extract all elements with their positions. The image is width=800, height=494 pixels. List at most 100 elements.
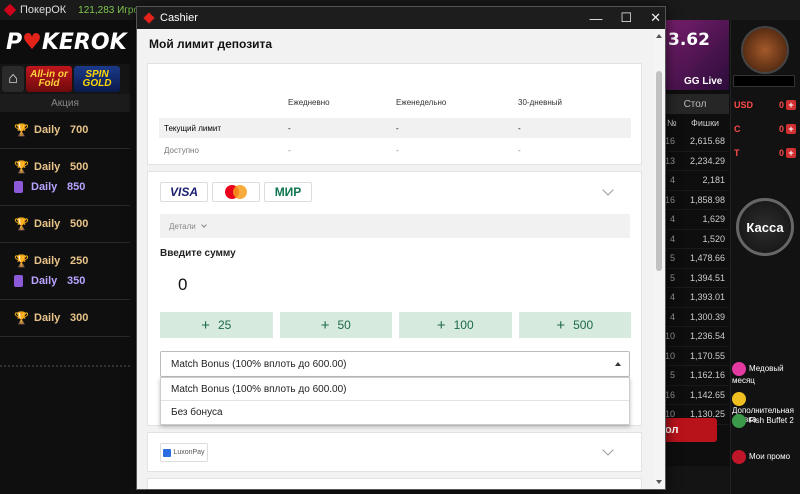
table-row[interactable]: 5 1,162.16 bbox=[661, 366, 729, 386]
balance-value: 0 bbox=[778, 100, 784, 110]
table-sub-header: № Фишки bbox=[661, 116, 729, 132]
avatar[interactable] bbox=[741, 26, 789, 74]
ticket-icon bbox=[14, 181, 23, 193]
bonus-option-match[interactable]: Match Bonus (100% вплоть до 600.00) bbox=[161, 378, 629, 401]
bonus-option-none[interactable]: Без бонуса bbox=[161, 401, 629, 424]
scrollbar[interactable] bbox=[653, 29, 665, 489]
luxonpay-logo: LuxonPay bbox=[160, 443, 208, 462]
enter-amount-label: Введите сумму bbox=[160, 248, 236, 259]
scroll-down-icon[interactable] bbox=[656, 480, 662, 484]
table-cell-chips: 2,615.68 bbox=[689, 136, 725, 147]
sub-header-chips: Фишки bbox=[691, 118, 720, 128]
side-promo-item[interactable]: Мои промо bbox=[732, 450, 798, 464]
caret-up-icon bbox=[615, 362, 621, 366]
jackpot-value: 3.62 bbox=[668, 30, 710, 50]
spin-gold-tile[interactable]: SPIN GOLD bbox=[74, 66, 120, 92]
details-toggle[interactable]: Детали bbox=[160, 214, 630, 238]
table-row[interactable]: 10 1,170.55 bbox=[661, 347, 729, 366]
side-promo-item[interactable]: Fish Buffet 2 bbox=[732, 414, 798, 428]
quick-amount-buttons: +25 +50 +100 +500 bbox=[160, 312, 631, 338]
quick-amount-button[interactable]: +25 bbox=[160, 312, 273, 338]
table-cell-chips: 1,629 bbox=[702, 214, 725, 225]
pokerok-logo: P♥KEROK bbox=[0, 20, 130, 64]
promo-item[interactable]: 🏆 Daily 500 bbox=[0, 206, 130, 243]
table-row[interactable]: 16 1,858.98 bbox=[661, 191, 729, 210]
tab-promo[interactable]: Акция bbox=[0, 98, 130, 109]
table-cell-chips: 2,234.29 bbox=[689, 155, 725, 166]
balance-currency: USD bbox=[734, 100, 754, 110]
limit-header-30day: 30-дневный bbox=[518, 98, 562, 107]
table-cell-chips: 1,478.66 bbox=[689, 253, 725, 264]
balance-row: USD 0 + bbox=[734, 100, 796, 114]
table-column-header[interactable]: Стол bbox=[661, 94, 729, 114]
minimize-icon[interactable]: — bbox=[589, 11, 602, 26]
scroll-up-icon[interactable] bbox=[656, 34, 662, 38]
promo-item[interactable]: 🏆 Daily 700 bbox=[0, 112, 130, 149]
promo-label: Daily bbox=[31, 275, 58, 287]
table-cell-chips: 1,858.98 bbox=[689, 194, 725, 205]
mastercard-logo[interactable] bbox=[212, 182, 260, 202]
table-row[interactable]: 5 1,394.51 bbox=[661, 269, 729, 288]
chevron-down-icon[interactable] bbox=[602, 444, 614, 456]
quick-amount-value: 100 bbox=[453, 318, 474, 332]
promo-item[interactable]: 🏆 Daily 500 Daily 850 bbox=[0, 149, 130, 206]
add-funds-icon[interactable]: + bbox=[786, 124, 796, 134]
promo-label: Daily bbox=[34, 124, 61, 136]
table-cell-chips: 1,170.55 bbox=[689, 350, 725, 361]
kassa-button[interactable]: Касса bbox=[736, 198, 794, 256]
home-icon[interactable] bbox=[2, 66, 24, 92]
promo-item[interactable]: 🏆 Daily 300 bbox=[0, 300, 130, 337]
table-row[interactable]: 16 1,142.65 bbox=[661, 386, 729, 405]
scroll-thumb[interactable] bbox=[656, 71, 662, 271]
quick-amount-button[interactable]: +500 bbox=[518, 312, 631, 338]
cashier-body[interactable]: Мой лимит депозита Ежедневно Еженедельно… bbox=[137, 29, 665, 489]
add-funds-icon[interactable]: + bbox=[786, 100, 796, 110]
table-row[interactable]: 13 2,234.29 bbox=[661, 152, 729, 171]
amount-input[interactable] bbox=[160, 268, 630, 302]
promo-amount: 500 bbox=[70, 218, 89, 230]
table-row[interactable]: 5 1,478.66 bbox=[661, 249, 729, 269]
balance-currency: C bbox=[734, 124, 741, 134]
promo-label: Daily bbox=[34, 255, 61, 267]
mir-logo[interactable]: МИР bbox=[264, 182, 312, 202]
promo-icon bbox=[732, 450, 746, 464]
allin-or-fold-tile[interactable]: All-in or Fold bbox=[26, 66, 72, 92]
maximize-icon[interactable]: ☐ bbox=[620, 10, 632, 26]
promo-amount: 350 bbox=[67, 275, 86, 287]
bonus-select[interactable]: Match Bonus (100% вплоть до 600.00) bbox=[160, 351, 630, 377]
screen: ПокерОК 121,283 Игроков о P♥KEROK All-in… bbox=[0, 0, 800, 494]
cashier-titlebar[interactable]: Cashier — ☐ ✕ bbox=[137, 7, 665, 29]
limit-row-current: Текущий лимит - - - bbox=[159, 118, 631, 138]
sub-header-num: № bbox=[667, 118, 677, 128]
table-row[interactable]: 16 2,615.68 bbox=[661, 132, 729, 152]
promo-icon bbox=[732, 392, 746, 406]
promo-label: Daily bbox=[31, 181, 58, 193]
balance-currency: T bbox=[734, 148, 740, 158]
ticket-icon bbox=[14, 275, 23, 287]
close-icon[interactable]: ✕ bbox=[650, 10, 661, 26]
table-cell-chips: 2,181 bbox=[702, 175, 725, 186]
chevron-down-icon[interactable] bbox=[602, 184, 614, 196]
promo-label: Daily bbox=[34, 312, 61, 324]
luxon-payment-card[interactable]: LuxonPay bbox=[147, 432, 642, 472]
register-button[interactable]: ол bbox=[661, 418, 717, 442]
table-row[interactable]: 4 1,520 bbox=[661, 230, 729, 249]
table-row[interactable]: 4 1,300.39 bbox=[661, 308, 729, 327]
table-cell-chips: 1,394.51 bbox=[689, 272, 725, 283]
client-title: ПокерОК bbox=[20, 4, 67, 16]
next-payment-card[interactable] bbox=[147, 478, 642, 489]
table-row[interactable]: 4 1,629 bbox=[661, 210, 729, 230]
add-funds-icon[interactable]: + bbox=[786, 148, 796, 158]
promo-item[interactable]: 🏆 Daily 250 Daily 350 bbox=[0, 243, 130, 300]
table-row[interactable]: 4 1,393.01 bbox=[661, 288, 729, 308]
visa-logo[interactable]: VISA bbox=[160, 182, 208, 202]
promo-list: 🏆 Daily 700 🏆 Daily 500 Daily 850 🏆 Daily 500 🏆 Dail… bbox=[0, 112, 130, 337]
side-promo-item[interactable]: Медовый месяц bbox=[732, 362, 798, 385]
deposit-limit-title: Мой лимит депозита bbox=[149, 37, 273, 51]
side-promo-label: Мои промо bbox=[749, 452, 791, 462]
table-row[interactable]: 4 2,181 bbox=[661, 171, 729, 191]
quick-amount-button[interactable]: +100 bbox=[399, 312, 512, 338]
table-row[interactable]: 10 1,236.54 bbox=[661, 327, 729, 347]
quick-amount-button[interactable]: +50 bbox=[279, 312, 392, 338]
promo-label: Daily bbox=[34, 161, 61, 173]
